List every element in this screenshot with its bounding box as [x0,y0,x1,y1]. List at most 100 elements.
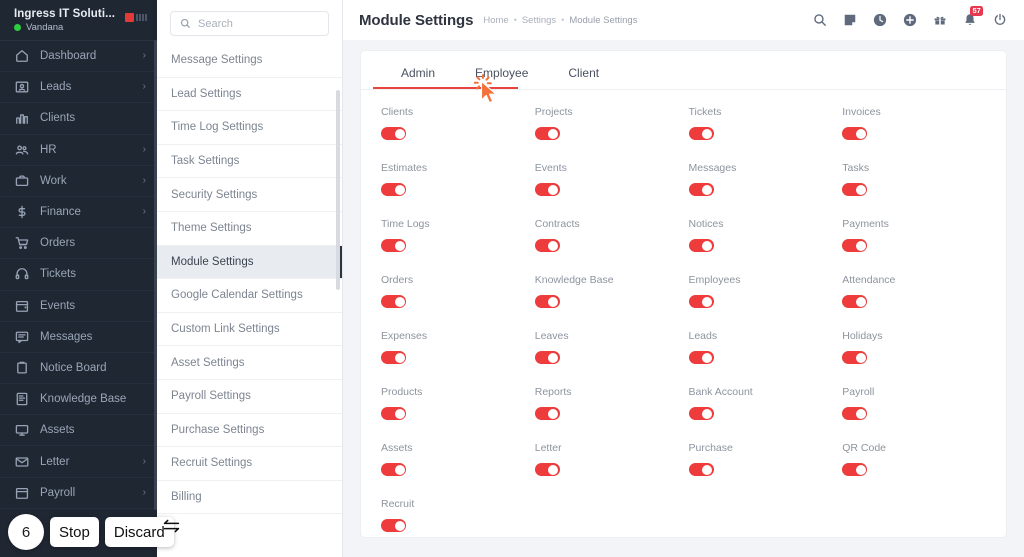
module-toggle[interactable] [688,295,714,308]
sidebar-item-notice-board[interactable]: Notice Board [0,353,157,385]
module-toggle[interactable] [534,351,560,364]
sidebar-item-events[interactable]: Events [0,291,157,322]
module-toggle[interactable] [534,239,560,252]
power-icon[interactable] [993,13,1007,27]
sidebar-item-tickets[interactable]: Tickets [0,259,157,291]
settings-item-message-settings[interactable]: Message Settings [157,44,342,78]
note-icon[interactable] [843,13,857,27]
module-toggle[interactable] [842,463,868,476]
settings-item-recruit-settings[interactable]: Recruit Settings [157,447,342,481]
module-item: Events [534,162,679,196]
module-item: Bank Account [688,386,833,420]
module-toggle[interactable] [688,183,714,196]
search-icon[interactable] [813,13,827,27]
sidebar-item-letter[interactable]: Letter › [0,446,157,478]
settings-item-payroll-settings[interactable]: Payroll Settings [157,380,342,414]
settings-subpanel: Search Message Settings Lead Settings Time… [157,0,343,557]
settings-item-theme-settings[interactable]: Theme Settings [157,212,342,246]
settings-item-task-settings[interactable]: Task Settings [157,145,342,179]
chevron-right-icon: › [142,143,146,155]
module-toggle[interactable] [381,519,406,532]
module-toggle[interactable] [381,127,406,140]
tab-admin[interactable]: Admin [381,60,455,89]
plus-circle-icon[interactable] [903,13,917,27]
settings-item-time-log-settings[interactable]: Time Log Settings [157,111,342,145]
settings-item-asset-settings[interactable]: Asset Settings [157,346,342,380]
sidebar-item-leads[interactable]: Leads › [0,72,157,104]
sidebar-item-orders[interactable]: Orders [0,228,157,260]
breadcrumb-item-settings[interactable]: Settings [522,15,556,26]
settings-item-billing[interactable]: Billing [157,481,342,515]
module-toggle[interactable] [842,239,868,252]
module-item: Attendance [842,274,986,308]
module-toggle[interactable] [534,295,560,308]
module-item: QR Code [842,442,986,476]
settings-search-box[interactable]: Search [170,11,329,36]
sidebar-item-clients[interactable]: Clients [0,103,157,135]
sidebar-item-label: Events [40,299,76,312]
swap-panel-icon[interactable] [162,518,181,539]
settings-item-google-calendar-settings[interactable]: Google Calendar Settings [157,279,342,313]
breadcrumb-item-home[interactable]: Home [483,15,508,26]
module-label: Payroll [842,386,875,398]
clock-icon[interactable] [873,13,887,27]
sidebar-item-finance[interactable]: Finance › [0,197,157,229]
module-label: Notices [688,218,724,230]
module-toggle[interactable] [381,463,406,476]
username-label: Vandana [26,22,64,33]
module-toggle[interactable] [688,239,714,252]
sidebar-item-label: Orders [40,237,76,250]
sidebar-item-label: HR [40,143,57,156]
module-toggle[interactable] [381,183,406,196]
sidebar-item-payroll[interactable]: Payroll › [0,478,157,509]
module-toggle[interactable] [842,351,868,364]
messages-icon [14,329,29,344]
module-toggle[interactable] [688,407,714,420]
settings-item-custom-link-settings[interactable]: Custom Link Settings [157,313,342,347]
tab-employee[interactable]: Employee [455,60,548,89]
sidebar-item-assets[interactable]: Assets [0,415,157,447]
settings-panel-scrollbar[interactable] [336,90,340,290]
module-toggle[interactable] [534,183,560,196]
module-toggle[interactable] [688,127,714,140]
module-item: Leaves [534,330,679,364]
module-label: Estimates [381,162,428,174]
sidebar-item-hr[interactable]: HR › [0,135,157,166]
module-toggle[interactable] [842,407,868,420]
online-status-icon [14,24,21,31]
module-toggle[interactable] [688,351,714,364]
settings-item-security-settings[interactable]: Security Settings [157,178,342,212]
module-toggle[interactable] [381,351,406,364]
sidebar-item-dashboard[interactable]: Dashboard › [0,41,157,73]
module-toggle[interactable] [842,127,868,140]
module-settings-card: Admin Employee Client Clients Projects Ticke… [360,50,1007,538]
module-label: Clients [381,106,414,118]
search-input[interactable]: Search [198,18,233,30]
step-counter: 6 [8,514,44,550]
settings-item-purchase-settings[interactable]: Purchase Settings [157,414,342,448]
module-toggle[interactable] [534,463,560,476]
settings-item-lead-settings[interactable]: Lead Settings [157,78,342,112]
sidebar-item-label: Leads [40,81,72,94]
module-toggle[interactable] [381,239,406,252]
module-toggle[interactable] [381,295,406,308]
stop-button[interactable]: Stop [50,517,99,547]
chevron-right-icon: › [142,50,146,62]
module-toggle[interactable] [842,183,868,196]
module-item: Orders [381,274,525,308]
module-toggle[interactable] [688,463,714,476]
module-toggle[interactable] [381,407,406,420]
module-toggle[interactable] [842,295,868,308]
tab-client[interactable]: Client [548,60,619,89]
gift-icon[interactable] [933,13,947,27]
module-toggle[interactable] [534,407,560,420]
sidebar-item-messages[interactable]: Messages [0,322,157,353]
module-toggle[interactable] [534,127,560,140]
module-item: Messages [688,162,833,196]
bell-icon[interactable]: 57 [963,6,984,27]
settings-item-module-settings[interactable]: Module Settings [157,245,342,280]
sidebar-item-knowledge-base[interactable]: Knowledge Base [0,384,157,416]
sidebar-item-work[interactable]: Work › [0,166,157,197]
sidebar-brand: Ingress IT Soluti... Vandana [14,5,115,33]
module-item: Assets [381,442,525,476]
